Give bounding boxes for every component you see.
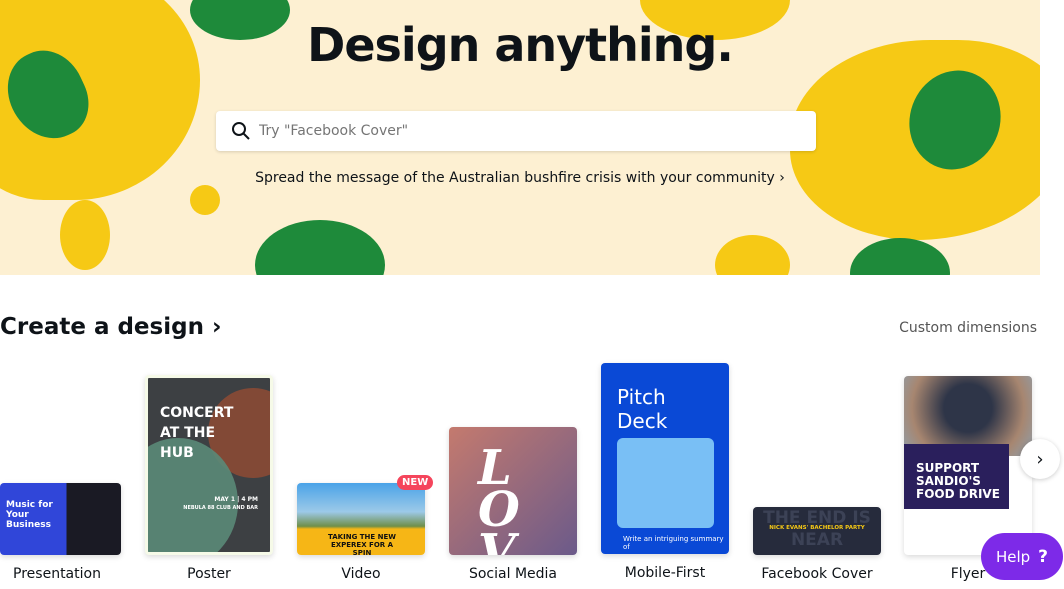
custom-dimensions-button[interactable]: Custom dimensions [899, 320, 1037, 336]
subtitle-text: Spread the message of the Australian bus… [255, 170, 775, 186]
card-label[interactable]: Poster [134, 566, 284, 582]
heart-decor [255, 220, 385, 275]
thumb-subtext: Write an intriguing summary of [623, 535, 724, 551]
card-label[interactable]: Social Media [438, 566, 588, 582]
hero-banner: Design anything. Spread the message of t… [0, 0, 1040, 275]
new-badge: NEW [397, 475, 434, 490]
heart-decor [715, 235, 790, 275]
create-design-heading[interactable]: Create a design › [0, 314, 221, 340]
card-mobile-first[interactable]: Pitch Deck Write an intriguing summary o… [601, 363, 729, 554]
carousel-next-button[interactable]: › [1020, 439, 1060, 479]
thumb-subtext: MAY 1 | 4 PM [214, 496, 258, 503]
heart-decor [60, 200, 110, 270]
bushfire-link[interactable]: Spread the message of the Australian bus… [0, 170, 1040, 186]
thumb-subtext: NEBULA 88 CLUB AND BAR [183, 505, 258, 511]
card-facebook-cover[interactable]: THE END IS NEAR NICK EVANS' BACHELOR PAR… [753, 507, 881, 555]
help-label: Help [995, 547, 1031, 566]
chevron-right-icon: › [1036, 448, 1044, 470]
decor-blob [850, 238, 950, 275]
thumb-text: SUPPORT SANDIO'S FOOD DRIVE [904, 444, 1009, 509]
section-title: Create a design [0, 314, 204, 340]
chevron-right-icon: › [779, 170, 785, 186]
help-button[interactable]: Help? [981, 533, 1063, 580]
thumb-text: Pitch Deck [617, 385, 668, 433]
search-input[interactable] [259, 123, 779, 139]
card-flyer[interactable]: SUPPORT SANDIO'S FOOD DRIVE [904, 376, 1032, 555]
illustration [617, 438, 714, 528]
question-icon: ? [1038, 546, 1049, 567]
card-social-media[interactable]: LOVE [449, 427, 577, 555]
search-icon [232, 122, 250, 140]
thumb-text: NICK EVANS' BACHELOR PARTY [769, 525, 865, 531]
chevron-right-icon: › [211, 314, 222, 340]
card-label[interactable]: Facebook Cover [742, 566, 892, 582]
card-poster[interactable]: CONCERT AT THE HUB MAY 1 | 4 PM NEBULA 8… [145, 375, 273, 555]
page-title: Design anything. [307, 18, 734, 72]
card-label[interactable]: Mobile-First [590, 565, 740, 581]
card-video[interactable]: TAKING THE NEW EXPEREX FOR A SPIN [297, 483, 425, 555]
decor-blob [190, 185, 220, 215]
thumb-text: Music for Your Business [6, 500, 53, 530]
card-label[interactable]: Presentation [0, 566, 132, 582]
card-label[interactable]: Video [286, 566, 436, 582]
thumb-text: LOVE [478, 440, 520, 555]
search-bar[interactable] [216, 111, 816, 151]
card-presentation[interactable]: Music for Your Business [0, 483, 121, 555]
thumb-text: TAKING THE NEW EXPEREX FOR A SPIN [328, 533, 396, 555]
thumb-text: CONCERT AT THE HUB [160, 405, 234, 461]
